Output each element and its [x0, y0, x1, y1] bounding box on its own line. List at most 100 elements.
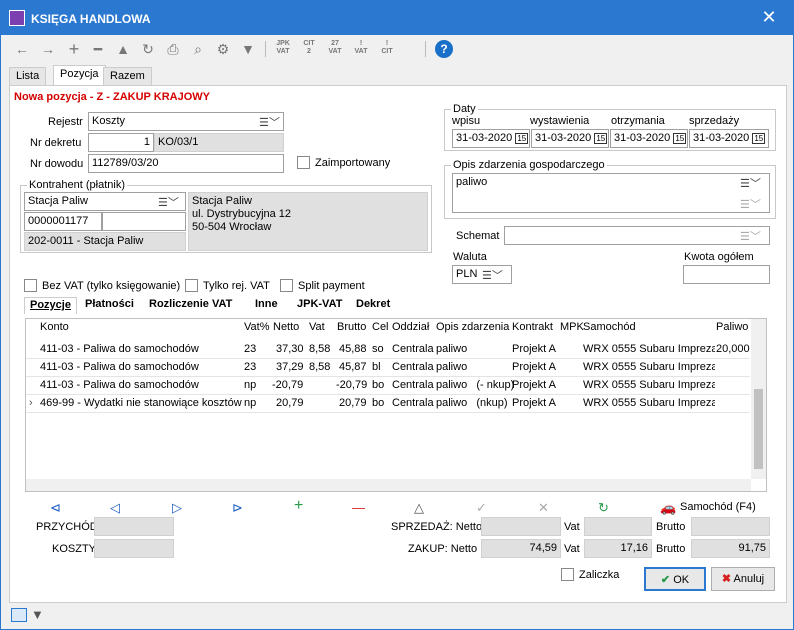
tab-dekret[interactable]: Dekret [351, 297, 395, 314]
kwota-input[interactable] [683, 265, 770, 284]
rejestr-select[interactable]: Koszty [88, 112, 284, 131]
tab-platnosci[interactable]: Płatności [80, 297, 139, 314]
wystawienia-date[interactable]: 31-03-2020 15 [531, 129, 609, 148]
add-row-icon[interactable]: + [294, 497, 303, 515]
list-icon[interactable]: ☰﹀ [259, 114, 280, 130]
sprzedaz-vat [584, 517, 652, 536]
table-row[interactable]: 411-03 - Paliwa do samochodów np -20,79 … [26, 377, 750, 395]
cit-alert-icon[interactable]: ! CIT [377, 40, 397, 58]
bez-vat-checkbox[interactable] [24, 279, 37, 292]
zaimportowany-label: Zaimportowany [315, 157, 391, 169]
print-icon[interactable]: ⎙ [164, 40, 182, 58]
list-icon[interactable]: ☰﹀ [740, 228, 761, 244]
next-record-icon[interactable]: ▷ [172, 500, 182, 516]
cell-kontrakt: Projekt A [512, 397, 557, 409]
anuluj-button[interactable]: ✖ Anuluj [711, 567, 775, 591]
back-icon[interactable]: ← [13, 40, 31, 58]
kontrahent-extra[interactable] [102, 212, 186, 231]
zaimportowany-checkbox[interactable] [297, 156, 310, 169]
tab-pozycja[interactable]: Pozycja [53, 65, 106, 85]
schemat-select[interactable] [504, 226, 770, 245]
tools-icon[interactable]: ⚙ [214, 40, 232, 58]
kontrahent-nip[interactable]: 0000001177 [24, 212, 102, 231]
refresh-icon[interactable]: ↻ [139, 40, 157, 58]
col-brutto[interactable]: Brutto [337, 321, 366, 333]
wpisu-date[interactable]: 31-03-2020 15 [452, 129, 530, 148]
car-icon[interactable]: 🚗 [660, 500, 676, 516]
cancel-row-icon[interactable]: ✕ [538, 500, 549, 516]
tab-jpk-vat[interactable]: JPK-VAT [292, 297, 347, 314]
first-record-icon[interactable]: ⊲ [50, 500, 61, 516]
cell-konto: 469-99 - Wydatki nie stanowiące kosztów [40, 397, 242, 409]
tab-lista[interactable]: Lista [9, 67, 47, 85]
nr-dekretu-num[interactable]: 1 [88, 133, 154, 152]
warning-row-icon[interactable]: △ [414, 500, 424, 516]
prev-record-icon[interactable]: ◁ [110, 500, 120, 516]
jpk-vat-icon[interactable]: JPK VAT [273, 40, 293, 58]
vat27-icon[interactable]: 27 VAT [325, 40, 345, 58]
calendar-icon[interactable]: 15 [752, 133, 766, 144]
refresh-row-icon[interactable]: ↻ [598, 500, 609, 516]
tab-rozliczenie-vat[interactable]: Rozliczenie VAT [144, 297, 237, 314]
col-konto[interactable]: Konto [40, 321, 69, 333]
cell-vat-pct: 23 [244, 343, 257, 355]
tab-razem[interactable]: Razem [103, 67, 152, 85]
zakup-vat-label: Vat [564, 543, 580, 555]
col-samochod[interactable]: Samochód [583, 321, 636, 333]
help-icon[interactable]: ? [435, 40, 453, 58]
remove-icon[interactable]: ━ [89, 40, 107, 58]
list-icon[interactable]: ☰﹀ [482, 267, 503, 283]
col-opis[interactable]: Opis zdarzenia [436, 321, 509, 333]
opis-input[interactable]: paliwo [452, 173, 770, 213]
kontrahent-label: Kontrahent (płatnik) [27, 179, 127, 191]
cit2-icon[interactable]: CIT 2 [299, 40, 319, 58]
tab-pozycje[interactable]: Pozycje [24, 297, 77, 314]
app-icon [9, 10, 25, 26]
close-button[interactable]: ✕ [759, 7, 779, 27]
delete-row-icon[interactable]: — [352, 500, 365, 515]
calendar-icon[interactable]: 15 [515, 133, 529, 144]
koszty-label: KOSZTY [52, 543, 97, 555]
col-kontrakt[interactable]: Kontrakt [512, 321, 553, 333]
otrzymania-value: 31-03-2020 [614, 132, 671, 144]
col-netto[interactable]: Netto [273, 321, 299, 333]
forward-icon[interactable]: → [39, 40, 57, 58]
col-vat-pct[interactable]: Vat% [244, 321, 269, 333]
warning-icon[interactable]: ▲ [114, 40, 132, 58]
col-vat[interactable]: Vat [309, 321, 325, 333]
table-row[interactable]: › 469-99 - Wydatki nie stanowiące kosztó… [26, 395, 750, 413]
vertical-scrollbar[interactable] [751, 319, 766, 479]
preview-icon[interactable]: ⌕ [189, 40, 207, 58]
horizontal-scrollbar[interactable] [26, 479, 751, 491]
filter-icon[interactable]: ▼ [239, 40, 257, 58]
grid-view-icon[interactable] [11, 608, 27, 622]
col-oddzial[interactable]: Oddział [392, 321, 429, 333]
table-row[interactable]: 411-03 - Paliwa do samochodów 23 37,29 8… [26, 359, 750, 377]
add-icon[interactable]: + [65, 40, 83, 58]
scroll-thumb[interactable] [754, 389, 763, 469]
table-row[interactable]: 411-03 - Paliwa do samochodów 23 37,30 8… [26, 341, 750, 359]
otrzymania-date[interactable]: 31-03-2020 15 [610, 129, 688, 148]
list-icon[interactable]: ☰﹀ [740, 175, 761, 191]
nr-dowodu-input[interactable]: 112789/03/20 [88, 154, 284, 173]
sprzedazy-date[interactable]: 31-03-2020 15 [689, 129, 769, 148]
filter-settings-icon[interactable]: ▼ [31, 607, 44, 622]
cell-netto: 37,30 [276, 343, 304, 355]
vat-alert-icon[interactable]: ! VAT [351, 40, 371, 58]
cell-brutto: -20,79 [336, 379, 368, 391]
calendar-icon[interactable]: 15 [594, 133, 608, 144]
zaliczka-checkbox[interactable] [561, 568, 574, 581]
split-checkbox[interactable] [280, 279, 293, 292]
list-icon[interactable]: ☰﹀ [158, 194, 179, 210]
list-icon[interactable]: ☰﹀ [740, 196, 761, 212]
tylko-rej-checkbox[interactable] [185, 279, 198, 292]
col-mpk[interactable]: MPK [560, 321, 584, 333]
tab-inne[interactable]: Inne [250, 297, 283, 314]
last-record-icon[interactable]: ⊳ [232, 500, 243, 516]
ok-button[interactable]: ✔ OK [644, 567, 706, 591]
samochod-button[interactable]: Samochód (F4) [680, 501, 756, 513]
calendar-icon[interactable]: 15 [673, 133, 687, 144]
col-paliwo[interactable]: Paliwo [716, 321, 748, 333]
confirm-row-icon[interactable]: ✓ [476, 500, 487, 516]
col-cel[interactable]: Cel [372, 321, 389, 333]
